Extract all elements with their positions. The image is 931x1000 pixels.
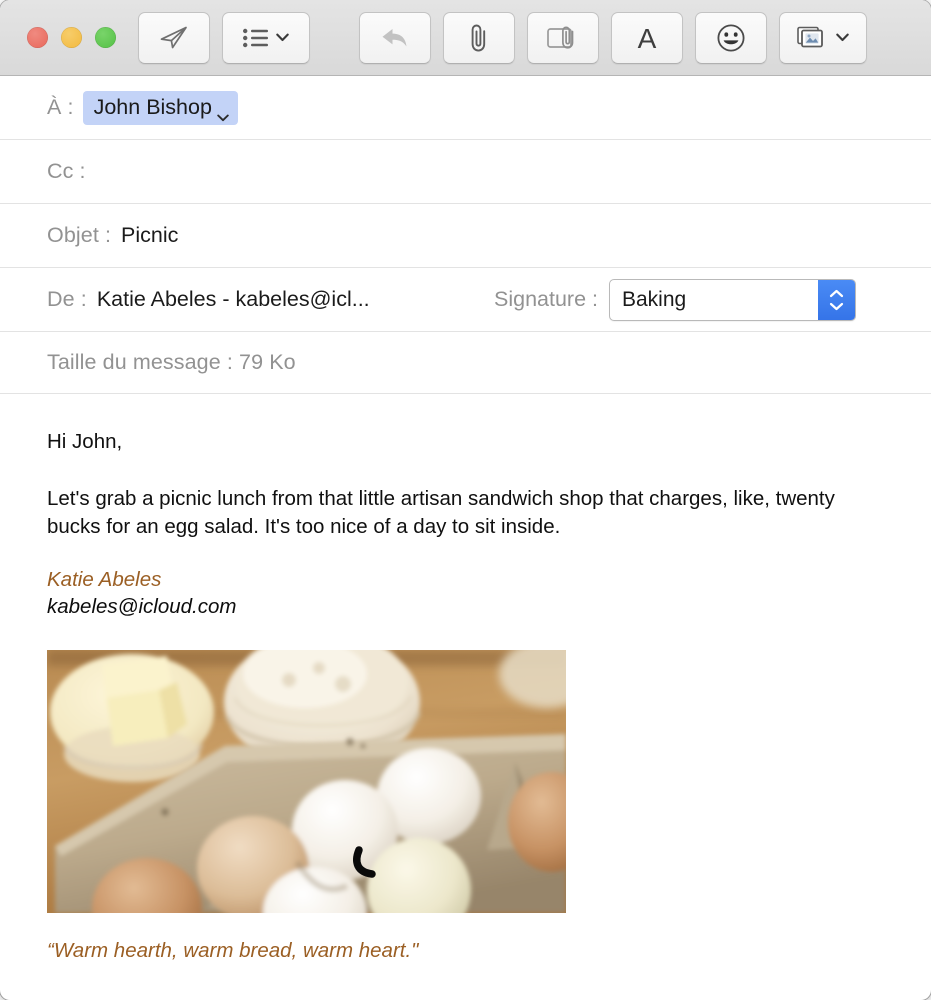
cc-field-row[interactable]: Cc : [0, 140, 931, 204]
baking-eggs-photo[interactable] [47, 650, 566, 914]
signature-name: Katie Abeles [47, 567, 162, 591]
reply-button[interactable] [359, 11, 431, 64]
chevron-down-icon[interactable] [217, 103, 229, 122]
signature-email: kabeles@icloud.com [47, 595, 237, 618]
subject-field-value[interactable]: Picnic [121, 223, 178, 248]
signature-selected-value: Baking [621, 287, 687, 311]
recipient-token-john-bishop[interactable]: John Bishop [82, 90, 238, 125]
toolbar: A [0, 0, 931, 76]
list-icon [243, 28, 269, 48]
from-field-label: De : [47, 287, 87, 311]
from-field-row[interactable]: De : Katie Abeles - kabeles@icl... Signa… [0, 268, 931, 332]
toolbar-group-format: A [359, 11, 867, 64]
send-button[interactable] [138, 11, 210, 64]
attach-button[interactable] [443, 11, 515, 64]
message-size-text: Taille du message : 79 Ko [47, 350, 296, 374]
minimize-button[interactable] [61, 27, 82, 48]
window-controls [0, 27, 138, 48]
markup-button[interactable] [527, 11, 599, 64]
chevron-up-icon [829, 289, 844, 297]
message-paragraph: Let's grab a picnic lunch from that litt… [47, 487, 835, 538]
compose-headers: À : John Bishop Cc : Objet : Picnic De :… [0, 76, 931, 394]
paper-plane-icon [159, 25, 189, 51]
mail-compose-window: A À: John Bishop Cc: Objet: Picnic De… [0, 0, 931, 1000]
signature-stepper[interactable] [817, 279, 855, 320]
subject-field-label: Objet : [47, 223, 112, 247]
signature-quote: “Warm hearth, warm bread, warm heart." [47, 939, 419, 963]
chevron-down-icon [836, 33, 849, 42]
paperclip-icon [468, 23, 490, 53]
close-button[interactable] [27, 27, 48, 48]
from-field-value[interactable]: Katie Abeles - kabeles@icl... [97, 287, 370, 312]
signature-select[interactable]: Baking [608, 278, 856, 321]
to-field-row[interactable]: À : John Bishop [0, 76, 931, 140]
photo-browser-button[interactable] [779, 11, 867, 64]
message-greeting: Hi John, [47, 430, 123, 453]
header-fields-button[interactable] [222, 11, 310, 64]
chevron-down-icon [276, 33, 289, 42]
subject-field-row[interactable]: Objet : Picnic [0, 204, 931, 268]
svg-text:A: A [638, 23, 657, 53]
format-button[interactable]: A [611, 11, 683, 64]
chevron-down-icon [829, 302, 844, 310]
letter-a-icon: A [634, 23, 660, 53]
zoom-button[interactable] [95, 27, 116, 48]
message-body[interactable]: Hi John, Let's grab a picnic lunch from … [0, 394, 931, 964]
message-size-row: Taille du message : 79 Ko [0, 332, 931, 394]
smiley-face-icon [716, 23, 746, 53]
cc-field-label: Cc : [47, 159, 86, 183]
signature-label: Signature : [494, 287, 598, 311]
markup-attachment-icon [546, 24, 580, 52]
reply-arrow-icon [379, 25, 411, 51]
emoji-button[interactable] [695, 11, 767, 64]
recipient-token-label: John Bishop [93, 94, 212, 119]
photos-icon [797, 25, 829, 51]
to-field-label: À : [47, 95, 74, 119]
signature-control: Signature : Baking [494, 278, 856, 321]
toolbar-group-send [138, 11, 310, 64]
message-signature-block: Katie Abeles kabeles@icloud.com [47, 566, 885, 621]
